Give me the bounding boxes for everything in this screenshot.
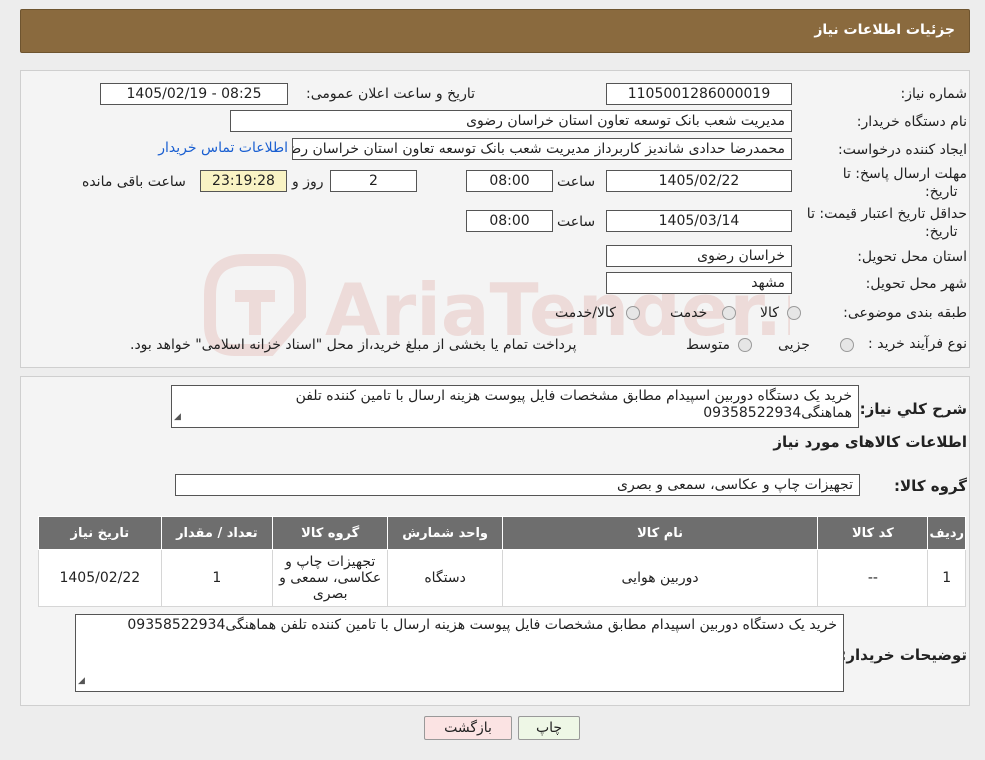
items-table-wrap: ردیف کد کالا نام کالا واحد شمارش گروه کا… <box>38 516 966 607</box>
need-number-label: شماره نیاز: <box>900 86 968 102</box>
validity-label: حداقل تاریخ اعتبار قیمت: تا <box>806 206 967 222</box>
reply-time-label: ساعت <box>557 174 596 190</box>
process-radio-medium[interactable] <box>738 338 752 352</box>
col-header-unit: واحد شمارش <box>387 516 503 550</box>
validity-time-label: ساعت <box>557 214 596 230</box>
col-header-code: کد کالا <box>817 516 929 550</box>
resize-grip-icon[interactable]: ◢ <box>78 673 85 690</box>
category-radio-goods[interactable] <box>787 306 801 320</box>
category-radio-service[interactable] <box>722 306 736 320</box>
category-radio-goods-service[interactable] <box>626 306 640 320</box>
buyer-notes-textarea: خرید یک دستگاه دوربین اسپیدام مطابق مشخص… <box>75 614 844 692</box>
print-button[interactable]: چاپ <box>518 716 580 740</box>
cell-quantity: 1 <box>160 549 274 607</box>
process-radio-minor[interactable] <box>840 338 854 352</box>
page-title: جزئیات اطلاعات نیاز <box>814 22 955 38</box>
items-table: ردیف کد کالا نام کالا واحد شمارش گروه کا… <box>38 516 966 607</box>
buyer-org-field: مدیریت شعب بانک توسعه تعاون استان خراسان… <box>230 110 792 132</box>
province-label: استان محل تحویل: <box>857 249 967 265</box>
goods-group-field: تجهیزات چاپ و عکاسی، سمعی و بصری <box>175 474 860 496</box>
process-note: پرداخت تمام یا بخشی از مبلغ خرید،از محل … <box>130 337 577 353</box>
summary-textarea: خرید یک دستگاه دوربین اسپیدام مطابق مشخص… <box>171 385 859 428</box>
city-field: مشهد <box>606 272 792 294</box>
reply-deadline-label-2: تاریخ: <box>925 184 958 200</box>
col-header-date: تاریخ نیاز <box>38 516 162 550</box>
cell-code: -- <box>817 549 929 607</box>
remaining-time-label: ساعت باقی مانده <box>82 174 186 190</box>
cell-unit: دستگاه <box>387 549 503 607</box>
category-option-goods: کالا <box>760 305 779 321</box>
back-button[interactable]: بازگشت <box>424 716 512 740</box>
buyer-notes-label: توضیحات خریدار: <box>840 646 967 664</box>
validity-time-field: 08:00 <box>466 210 553 232</box>
reply-time-field: 08:00 <box>466 170 553 192</box>
cell-group: تجهیزات چاپ و عکاسی، سمعی و بصری <box>271 549 389 607</box>
creator-field: محمدرضا حدادی شاندیز کاربرداز مدیریت شعب… <box>292 138 792 160</box>
days-label: روز و <box>292 174 324 190</box>
summary-label: شرح کلي نياز: <box>859 400 967 418</box>
page-header: جزئیات اطلاعات نیاز <box>20 9 970 53</box>
process-label: نوع فرآیند خرید : <box>868 336 967 352</box>
reply-deadline-label: مهلت ارسال پاسخ: تا <box>842 166 967 182</box>
validity-label-2: تاریخ: <box>925 224 958 240</box>
buyer-contact-link[interactable]: اطلاعات تماس خریدار <box>158 140 288 156</box>
table-row: 1 -- دوربین هوایی دستگاه تجهیزات چاپ و ع… <box>38 549 966 607</box>
resize-grip-icon[interactable]: ◢ <box>174 409 181 426</box>
buyer-notes-text: خرید یک دستگاه دوربین اسپیدام مطابق مشخص… <box>127 617 837 633</box>
col-header-quantity: تعداد / مقدار <box>160 516 274 550</box>
process-option-minor: جزیی <box>778 337 810 353</box>
city-label: شهر محل تحویل: <box>865 276 967 292</box>
announce-field: 1405/02/19 - 08:25 <box>100 83 288 105</box>
creator-label: ایجاد کننده درخواست: <box>838 142 967 158</box>
table-header-row: ردیف کد کالا نام کالا واحد شمارش گروه کا… <box>38 516 966 550</box>
summary-text: خرید یک دستگاه دوربین اسپیدام مطابق مشخص… <box>295 388 852 421</box>
need-number-field: 1105001286000019 <box>606 83 792 105</box>
category-label: طبقه بندی موضوعی: <box>843 305 967 321</box>
remaining-time-field: 23:19:28 <box>200 170 287 192</box>
col-header-row-number: ردیف <box>927 516 966 550</box>
validity-date-field: 1405/03/14 <box>606 210 792 232</box>
reply-date-field: 1405/02/22 <box>606 170 792 192</box>
category-option-goods-service: کالا/خدمت <box>555 305 616 321</box>
cell-name: دوربین هوایی <box>501 549 819 607</box>
days-field: 2 <box>330 170 417 192</box>
items-section-title: اطلاعات کالاهای مورد نیاز <box>773 433 967 451</box>
process-option-medium: متوسط <box>686 337 730 353</box>
col-header-name: نام کالا <box>501 516 819 550</box>
goods-group-label: گروه کالا: <box>894 477 967 495</box>
col-header-group: گروه کالا <box>271 516 389 550</box>
cell-row-number: 1 <box>927 549 966 607</box>
cell-date: 1405/02/22 <box>38 549 162 607</box>
province-field: خراسان رضوی <box>606 245 792 267</box>
announce-label: تاریخ و ساعت اعلان عمومی: <box>306 86 475 102</box>
buyer-org-label: نام دستگاه خریدار: <box>856 114 967 130</box>
category-option-service: خدمت <box>670 305 708 321</box>
